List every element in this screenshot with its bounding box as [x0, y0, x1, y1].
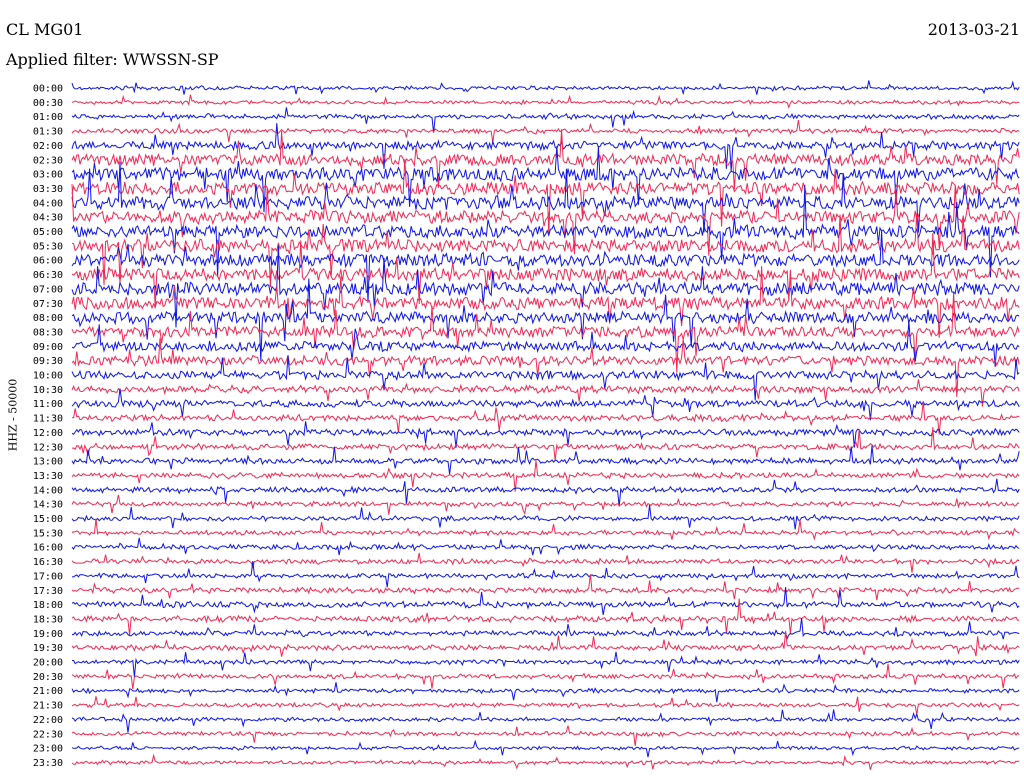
row-time-label: 16:00: [33, 543, 63, 554]
trace-row: [72, 651, 1020, 678]
trace-row: [71, 94, 1020, 109]
row-time-label: 06:30: [33, 270, 63, 281]
trace-row: [71, 80, 1020, 96]
row-time-label: 20:30: [33, 672, 63, 683]
row-time-label: 12:00: [33, 428, 63, 439]
trace-row: [71, 388, 1020, 421]
row-time-label: 11:30: [33, 414, 63, 425]
trace-row: [71, 129, 1020, 190]
row-time-label: 07:30: [33, 299, 63, 310]
row-time-label: 22:00: [33, 715, 63, 726]
row-time-label: 22:30: [33, 729, 63, 740]
trace-row: [71, 552, 1020, 573]
row-time-label: 07:00: [33, 284, 63, 295]
trace-row: [71, 696, 1020, 715]
trace-row: [71, 739, 1020, 758]
trace-row: [71, 107, 1020, 133]
trace-row: [71, 518, 1020, 541]
trace-row: [71, 159, 1020, 236]
trace-row: [71, 161, 1020, 233]
row-time-label: 23:30: [33, 758, 63, 769]
trace-row: [71, 505, 1020, 530]
row-time-label: 13:30: [33, 471, 63, 482]
row-time-label: 08:30: [33, 327, 63, 338]
row-time-label: 04:30: [33, 213, 63, 224]
row-time-label: 15:00: [33, 514, 63, 525]
row-time-label: 05:00: [33, 227, 63, 238]
row-time-label: 06:00: [33, 256, 63, 267]
row-time-label: 00:00: [33, 84, 63, 95]
trace-row: [71, 445, 1020, 475]
row-time-label: 18:00: [33, 600, 63, 611]
row-time-label: 03:30: [33, 184, 63, 195]
row-time-label: 19:00: [33, 629, 63, 640]
trace-row: [71, 753, 1020, 770]
row-time-label: 08:00: [33, 313, 63, 324]
row-time-label: 09:00: [33, 342, 63, 353]
trace-row: [71, 709, 1020, 733]
row-time-label: 23:00: [33, 744, 63, 755]
trace-row: [71, 574, 1020, 601]
row-time-label: 20:00: [33, 658, 63, 669]
trace-row: [71, 292, 1020, 373]
row-time-label: 00:30: [33, 98, 63, 109]
row-time-label: 02:30: [33, 155, 63, 166]
trace-row: [71, 120, 1020, 143]
row-time-label: 17:00: [33, 571, 63, 582]
row-time-label: 16:30: [33, 557, 63, 568]
row-time-label: 03:00: [33, 170, 63, 181]
trace-row: [71, 560, 1020, 588]
helicorder-plot: 00:00 00:30 01:00 01:30 02:00 02:30 03:00 03:30…: [33, 80, 1020, 770]
trace-rows: [71, 80, 1020, 770]
row-time-label: 14:30: [33, 500, 63, 511]
row-time-label: 19:30: [33, 643, 63, 654]
row-time-label: 09:30: [33, 356, 63, 367]
row-time-label: 05:30: [33, 241, 63, 252]
trace-row: [71, 421, 1020, 448]
trace-row: [71, 537, 1020, 556]
row-time-label: 01:30: [33, 127, 63, 138]
row-time-label: 04:00: [33, 198, 63, 209]
row-time-label: 18:30: [33, 614, 63, 625]
row-time-label: 11:00: [33, 399, 63, 410]
row-time-label: 21:00: [33, 686, 63, 697]
row-time-label: 17:30: [33, 586, 63, 597]
row-time-label: 02:00: [33, 141, 63, 152]
trace-row: [71, 460, 1020, 492]
row-time-label: 15:30: [33, 528, 63, 539]
trace-row: [71, 682, 1020, 703]
row-time-label: 01:00: [33, 112, 63, 123]
trace-row: [71, 725, 1020, 747]
trace-row: [71, 617, 1020, 640]
time-labels: 00:00 00:30 01:00 01:30 02:00 02:30 03:00 03:30…: [33, 84, 63, 769]
row-time-label: 21:30: [33, 701, 63, 712]
row-time-label: 14:00: [33, 485, 63, 496]
row-time-label: 10:00: [33, 371, 63, 382]
trace-row: [71, 494, 1020, 515]
row-time-label: 12:30: [33, 442, 63, 453]
row-time-label: 10:30: [33, 385, 63, 396]
trace-row: [71, 320, 1020, 368]
row-time-label: 13:00: [33, 457, 63, 468]
trace-row: [71, 401, 1020, 435]
